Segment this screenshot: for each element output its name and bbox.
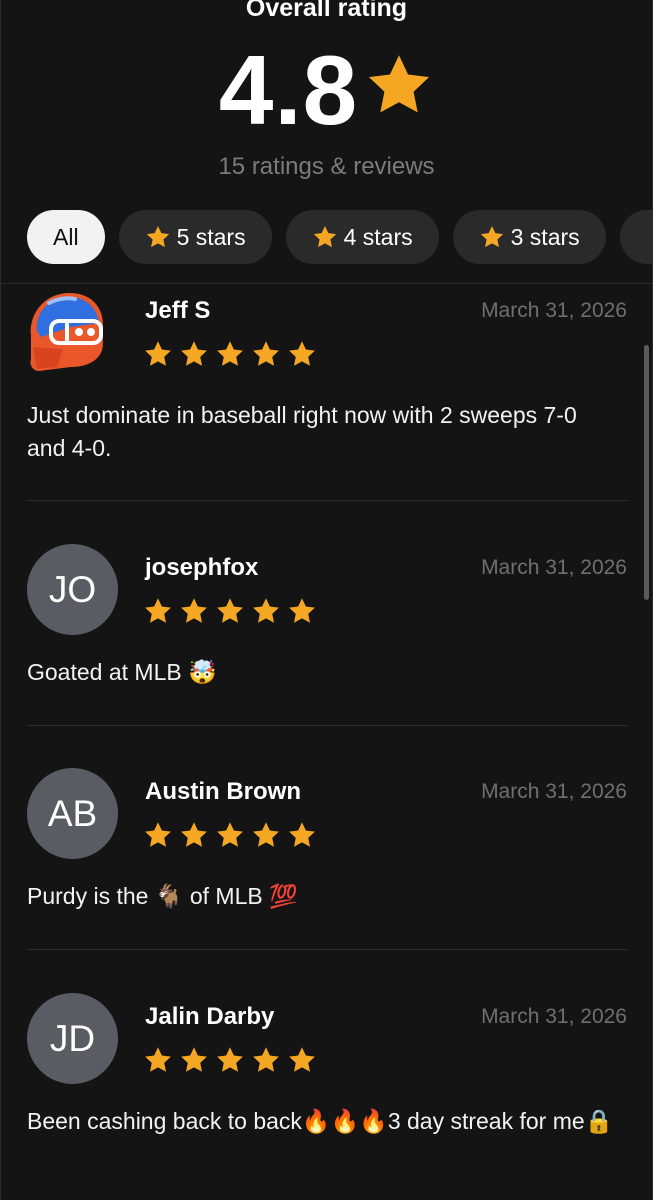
star-icon xyxy=(179,339,209,369)
star-icon xyxy=(287,820,317,850)
football-helmet-icon xyxy=(30,292,104,371)
star-icon xyxy=(143,820,173,850)
filter-chip-all[interactable]: All xyxy=(27,210,105,264)
review-text: Purdy is the 🐐 of MLB 💯 xyxy=(27,883,298,909)
overall-rating-value: 4.8 xyxy=(218,35,359,145)
filter-chip-more[interactable] xyxy=(619,210,652,264)
review-text: Goated at MLB 🤯 xyxy=(27,659,217,685)
filter-chip-label: 5 stars xyxy=(176,223,246,250)
star-icon xyxy=(179,596,209,626)
review-stars xyxy=(143,1045,317,1075)
star-icon xyxy=(479,224,511,250)
star-icon xyxy=(251,820,281,850)
review-divider xyxy=(27,500,628,501)
review-date: March 31, 2026 xyxy=(481,556,627,579)
star-icon xyxy=(215,1045,245,1075)
review-item: JD Jalin Darby March 31, 2026 Been cashi… xyxy=(27,993,627,1193)
review-author: josephfox xyxy=(145,554,259,581)
star-icon xyxy=(364,55,434,120)
star-icon xyxy=(312,224,344,250)
review-date: March 31, 2026 xyxy=(481,299,627,322)
star-icon xyxy=(251,339,281,369)
star-icon xyxy=(287,339,317,369)
star-icon xyxy=(215,596,245,626)
review-date: March 31, 2026 xyxy=(481,1005,627,1028)
filter-chip-label: All xyxy=(53,223,79,250)
overall-rating-title: Overall rating xyxy=(245,0,408,22)
star-icon xyxy=(251,1045,281,1075)
review-author: Austin Brown xyxy=(145,778,301,805)
review-item: AB Austin Brown March 31, 2026 Purdy is … xyxy=(27,768,627,928)
star-icon xyxy=(143,339,173,369)
filter-chip-3-stars[interactable]: 3 stars xyxy=(452,210,606,264)
filter-chip-4-stars[interactable]: 4 stars xyxy=(285,210,439,264)
filter-chip-label: 3 stars xyxy=(510,223,580,250)
overall-rating-display: 4.8 xyxy=(1,40,652,140)
review-text: Been cashing back to back🔥🔥🔥3 day streak… xyxy=(27,1108,614,1134)
filter-chip-5-stars[interactable]: 5 stars xyxy=(118,210,272,264)
star-icon xyxy=(179,1045,209,1075)
review-stars xyxy=(143,596,317,626)
review-item: JO josephfox March 31, 2026 Goated at ML… xyxy=(27,544,627,704)
review-author: Jeff S xyxy=(145,297,211,324)
star-icon xyxy=(287,596,317,626)
star-icon xyxy=(145,224,177,250)
review-date: March 31, 2026 xyxy=(481,780,627,803)
ratings-sheet: Overall rating 4.8 15 ratings & reviews … xyxy=(0,0,653,1200)
review-author: Jalin Darby xyxy=(145,1003,275,1030)
star-icon xyxy=(287,1045,317,1075)
review-text: Just dominate in baseball right now with… xyxy=(27,402,577,461)
avatar: AB xyxy=(27,768,118,859)
star-icon xyxy=(215,339,245,369)
star-icon xyxy=(143,1045,173,1075)
review-stars xyxy=(143,820,317,850)
review-item: Jeff S March 31, 2026 Just dominate in b… xyxy=(27,287,627,477)
review-divider xyxy=(27,725,628,726)
scrollbar[interactable] xyxy=(644,345,649,600)
star-filter-bar: All 5 stars 4 stars 3 stars xyxy=(27,210,652,264)
avatar: JO xyxy=(27,544,118,635)
filter-divider xyxy=(1,283,652,284)
avatar xyxy=(27,287,118,378)
star-icon xyxy=(251,596,281,626)
filter-chip-label: 4 stars xyxy=(343,223,413,250)
star-icon xyxy=(179,820,209,850)
review-divider xyxy=(27,949,628,950)
review-stars xyxy=(143,339,317,369)
ratings-count: 15 ratings & reviews xyxy=(218,153,435,180)
avatar: JD xyxy=(27,993,118,1084)
star-icon xyxy=(215,820,245,850)
star-icon xyxy=(143,596,173,626)
